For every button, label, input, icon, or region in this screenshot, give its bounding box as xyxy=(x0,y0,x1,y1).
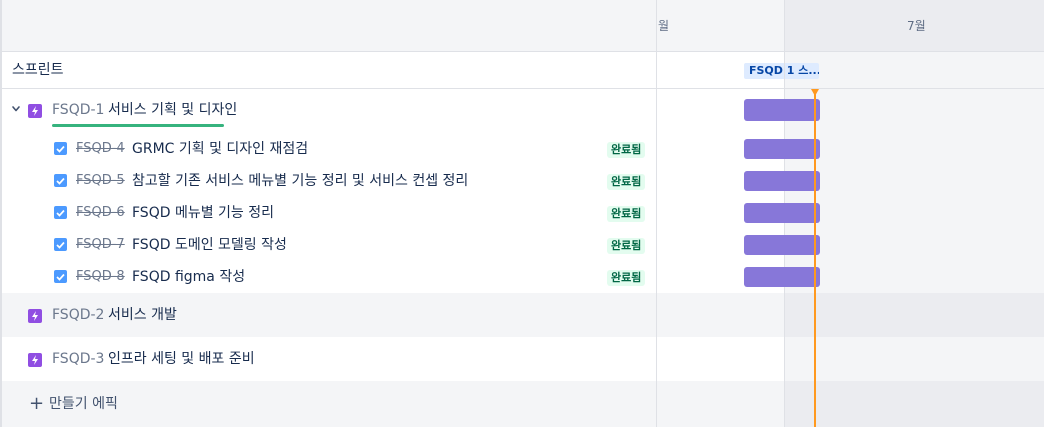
sprint-row-label: 스프린트 xyxy=(12,62,64,78)
issue-title[interactable]: 참고할 기존 서비스 메뉴별 기능 정리 및 서비스 컨셉 정리 xyxy=(132,165,468,197)
status-lozenge: 완료됨 xyxy=(607,206,646,222)
child-issue-row[interactable]: FSQD-6 FSQD 메뉴별 기능 정리 완료됨 xyxy=(2,197,656,229)
issue-timeline-bar[interactable] xyxy=(744,235,820,255)
status-lozenge: 완료됨 xyxy=(607,142,646,158)
issue-key[interactable]: FSQD-5 xyxy=(76,165,125,197)
create-epic-button[interactable]: + 만들기 에픽 xyxy=(2,381,656,427)
sprint-row: 스프린트 FSQD 1 스... xyxy=(2,52,1044,89)
epic-row-fsqd-3[interactable]: FSQD-3 인프라 세팅 및 배포 준비 xyxy=(2,339,656,379)
epic-timeline-bar[interactable] xyxy=(744,99,820,121)
checkbox-icon xyxy=(54,270,67,283)
lightning-icon xyxy=(28,104,42,118)
issue-key[interactable]: FSQD-6 xyxy=(76,197,125,229)
month-label-june: 월 xyxy=(658,19,670,33)
issue-timeline-bar[interactable] xyxy=(744,203,820,223)
issue-key[interactable]: FSQD-4 xyxy=(76,133,125,165)
sprint-chip[interactable]: FSQD 1 스... xyxy=(744,63,819,79)
today-marker-line xyxy=(814,90,816,427)
checkbox-icon xyxy=(54,238,67,251)
epic-key[interactable]: FSQD-2 xyxy=(52,295,104,335)
chevron-down-icon[interactable] xyxy=(11,104,21,114)
lightning-icon xyxy=(28,309,42,323)
checkbox-icon xyxy=(54,174,67,187)
create-epic-label[interactable]: 만들기 에픽 xyxy=(49,381,118,427)
list-header xyxy=(2,0,656,52)
timeline-header-june: 월 xyxy=(656,0,784,52)
issue-title[interactable]: GRMC 기획 및 디자인 재점검 xyxy=(132,133,308,165)
child-issue-row[interactable]: FSQD-4 GRMC 기획 및 디자인 재점검 완료됨 xyxy=(2,133,656,165)
child-issue-row[interactable]: FSQD-5 참고할 기존 서비스 메뉴별 기능 정리 및 서비스 컨셉 정리 … xyxy=(2,165,656,197)
today-marker-icon xyxy=(811,89,819,96)
issue-key[interactable]: FSQD-7 xyxy=(76,229,125,261)
issue-timeline-bar[interactable] xyxy=(744,171,820,191)
month-label-july: 7월 xyxy=(907,19,926,33)
status-lozenge: 완료됨 xyxy=(607,174,646,190)
epic-row-fsqd-2[interactable]: FSQD-2 서비스 개발 xyxy=(2,295,656,335)
issue-title[interactable]: FSQD 도메인 모델링 작성 xyxy=(132,229,287,261)
issue-title[interactable]: FSQD 메뉴별 기능 정리 xyxy=(132,197,274,229)
issue-timeline-bar[interactable] xyxy=(744,267,820,287)
lightning-icon xyxy=(28,353,42,367)
plus-icon: + xyxy=(29,393,45,414)
child-issue-row[interactable]: FSQD-8 FSQD figma 작성 완료됨 xyxy=(2,261,656,293)
status-lozenge: 완료됨 xyxy=(607,270,646,286)
child-issue-row[interactable]: FSQD-7 FSQD 도메인 모델링 작성 완료됨 xyxy=(2,229,656,261)
epic-key[interactable]: FSQD-3 xyxy=(52,339,104,379)
timeline-header-july: 7월 xyxy=(784,0,1044,52)
epic-title[interactable]: 인프라 세팅 및 배포 준비 xyxy=(108,339,255,379)
epic-title[interactable]: 서비스 개발 xyxy=(108,295,177,335)
status-lozenge: 완료됨 xyxy=(607,238,646,254)
issue-key[interactable]: FSQD-8 xyxy=(76,261,125,293)
checkbox-icon xyxy=(54,206,67,219)
checkbox-icon xyxy=(54,142,67,155)
epic-progress-bar xyxy=(52,124,224,127)
issue-timeline-bar[interactable] xyxy=(744,139,820,159)
list-timeline-divider[interactable] xyxy=(656,0,657,427)
issue-title[interactable]: FSQD figma 작성 xyxy=(132,261,245,293)
roadmap-view: 월 7월 스프린트 FSQD 1 스... FSQD-1 서비스 기획 및 디자… xyxy=(0,0,1044,427)
